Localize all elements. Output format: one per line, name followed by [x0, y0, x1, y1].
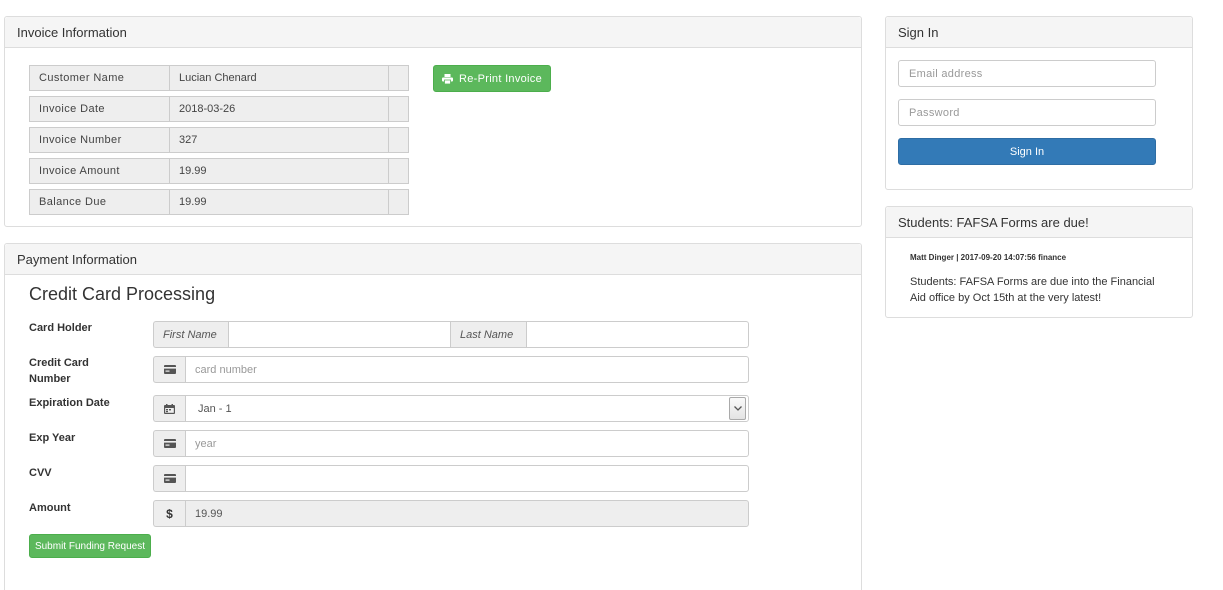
invoice-label: Invoice Date: [29, 96, 169, 122]
invoice-row-customer-name: Customer Name Lucian Chenard: [29, 65, 409, 91]
invoice-table: Customer Name Lucian Chenard Invoice Dat…: [29, 65, 409, 220]
exp-year-label: Exp Year: [29, 432, 76, 444]
amount-label: Amount: [29, 502, 71, 514]
invoice-row-invoice-number: Invoice Number 327: [29, 127, 409, 153]
expiration-date-group: Jan - 1: [153, 395, 749, 422]
first-name-addon: First Name: [153, 321, 228, 348]
amount-group: $ 19.99: [153, 500, 749, 527]
submit-funding-request-button[interactable]: Submit Funding Request: [29, 534, 151, 558]
card-number-group: card number: [153, 356, 749, 383]
card-holder-label: Card Holder: [29, 322, 92, 334]
news-meta: Matt Dinger | 2017-09-20 14:07:56 financ…: [910, 253, 1067, 262]
invoice-row-invoice-date: Invoice Date 2018-03-26: [29, 96, 409, 122]
credit-card-icon: [153, 465, 185, 492]
expiration-date-label: Expiration Date: [29, 397, 110, 409]
invoice-row-invoice-amount: Invoice Amount 19.99: [29, 158, 409, 184]
invoice-row-addon: [389, 158, 409, 184]
invoice-value: Lucian Chenard: [169, 65, 389, 91]
credit-card-icon: [153, 356, 185, 383]
news-panel: Students: FAFSA Forms are due! Matt Ding…: [885, 206, 1193, 318]
news-panel-heading: Students: FAFSA Forms are due!: [886, 207, 1192, 238]
reprint-invoice-button[interactable]: Re-Print Invoice: [433, 65, 551, 92]
cvv-input[interactable]: [185, 465, 749, 492]
credit-card-processing-title: Credit Card Processing: [29, 284, 216, 304]
email-input[interactable]: Email address: [898, 60, 1156, 87]
first-name-input[interactable]: [228, 321, 451, 348]
password-input[interactable]: Password: [898, 99, 1156, 126]
invoice-label: Invoice Amount: [29, 158, 169, 184]
invoice-row-addon: [389, 96, 409, 122]
expiration-date-select[interactable]: Jan - 1: [185, 395, 749, 422]
invoice-value: 2018-03-26: [169, 96, 389, 122]
last-name-addon: Last Name: [451, 321, 526, 348]
invoice-value: 19.99: [169, 189, 389, 215]
invoice-row-balance-due: Balance Due 19.99: [29, 189, 409, 215]
invoice-panel: Invoice Information Customer Name Lucian…: [4, 16, 862, 227]
cvv-group: [153, 465, 749, 492]
last-name-input[interactable]: [526, 321, 749, 348]
credit-card-icon: [153, 430, 185, 457]
invoice-label: Customer Name: [29, 65, 169, 91]
amount-input: 19.99: [185, 500, 749, 527]
card-number-input[interactable]: card number: [185, 356, 749, 383]
invoice-label: Balance Due: [29, 189, 169, 215]
invoice-row-addon: [389, 127, 409, 153]
signin-panel: Sign In Email address Password Sign In: [885, 16, 1193, 190]
invoice-panel-heading: Invoice Information: [5, 17, 861, 48]
sign-in-button[interactable]: Sign In: [898, 138, 1156, 165]
exp-year-group: year: [153, 430, 749, 457]
invoice-row-addon: [389, 189, 409, 215]
calendar-icon: [153, 395, 185, 422]
invoice-value: 327: [169, 127, 389, 153]
invoice-row-addon: [389, 65, 409, 91]
expiration-date-value: Jan - 1: [198, 402, 232, 415]
chevron-down-icon[interactable]: [729, 397, 746, 420]
reprint-invoice-label: Re-Print Invoice: [458, 72, 543, 85]
card-number-label: Credit Card Number: [29, 357, 89, 385]
exp-year-input[interactable]: year: [185, 430, 749, 457]
news-body: Students: FAFSA Forms are due into the F…: [910, 276, 1155, 304]
card-holder-group: First Name Last Name: [153, 321, 749, 348]
payment-panel: Payment Information Credit Card Processi…: [4, 243, 862, 590]
printer-icon: [441, 73, 453, 84]
cvv-label: CVV: [29, 467, 52, 479]
invoice-value: 19.99: [169, 158, 389, 184]
invoice-label: Invoice Number: [29, 127, 169, 153]
payment-panel-heading: Payment Information: [5, 244, 861, 275]
signin-panel-heading: Sign In: [886, 17, 1192, 48]
dollar-addon: $: [153, 500, 185, 527]
